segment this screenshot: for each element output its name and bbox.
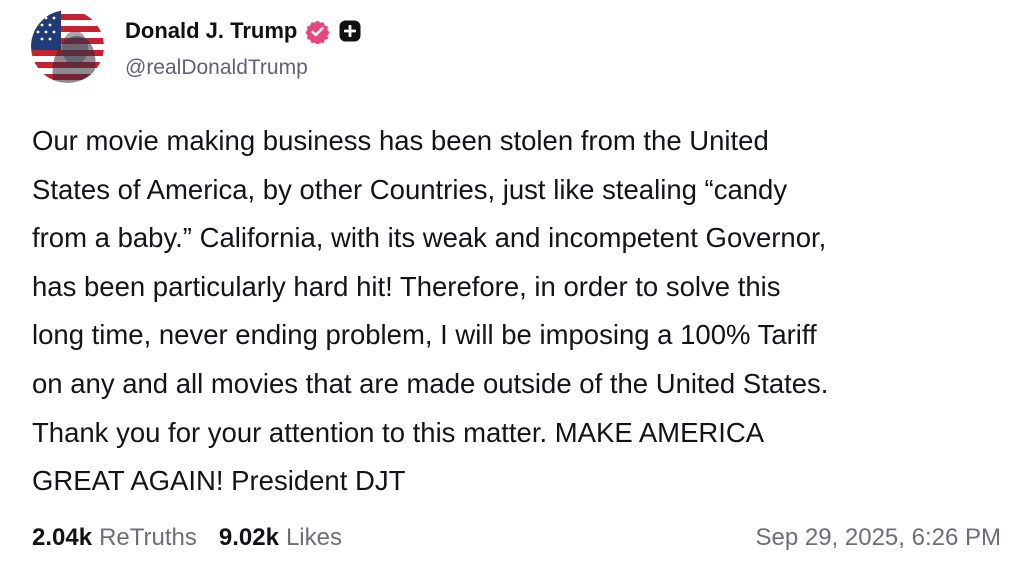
post-text-line: Our movie making business has been stole… — [32, 125, 769, 156]
post-text-line: long time, never ending problem, I will … — [32, 319, 817, 351]
post-timestamp[interactable]: Sep 29, 2025, 6:26 PM — [755, 520, 1001, 556]
post-text-line: on any and all movies that are made outs… — [32, 367, 829, 399]
user-handle[interactable]: @realDonaldTrump — [125, 56, 308, 80]
display-name[interactable]: Donald J. Trump — [125, 18, 297, 44]
retruths-count: 2.04k — [32, 524, 93, 551]
flag-portrait-icon — [31, 10, 104, 83]
post-card: Donald J. Trump @realDonaldTrump Our mov… — [0, 0, 1024, 576]
likes-label: Likes — [285, 524, 342, 551]
avatar[interactable] — [31, 10, 104, 83]
plus-badge-icon — [338, 19, 362, 43]
likes-stat[interactable]: 9.02k Likes — [219, 524, 342, 552]
verified-badge-icon — [305, 19, 330, 44]
post-content: Our movie making business has been stole… — [32, 117, 1007, 506]
post-stats: 2.04k ReTruths 9.02k Likes — [32, 520, 342, 556]
post-text-line: GREAT AGAIN! President DJT — [32, 465, 406, 497]
post-text-line: Thank you for your attention to this mat… — [32, 416, 765, 448]
retruths-stat[interactable]: 2.04k ReTruths — [32, 524, 197, 552]
likes-count: 9.02k — [218, 524, 279, 551]
post-text-line: States of America, by other Countries, j… — [32, 173, 788, 205]
post-text-line: has been particularly hard hit! Therefor… — [32, 270, 781, 302]
author-row: Donald J. Trump — [125, 14, 362, 48]
post-text-line: from a baby.” California, with its weak … — [32, 222, 827, 254]
retruths-label: ReTruths — [99, 524, 197, 551]
